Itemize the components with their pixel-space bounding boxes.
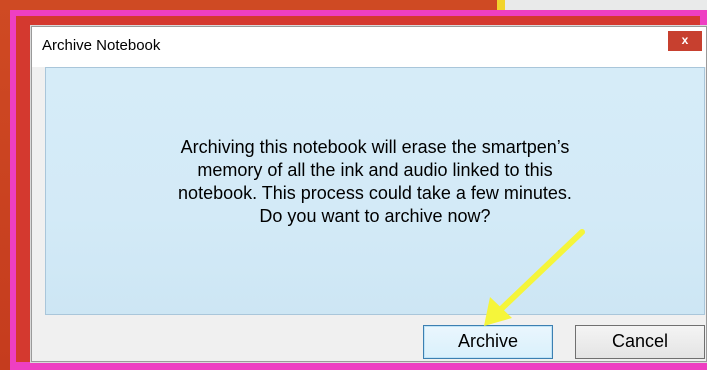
close-icon: x [681, 33, 689, 47]
dialog-message: Archiving this notebook will erase the s… [46, 136, 704, 228]
dialog-title: Archive Notebook [42, 37, 161, 54]
message-line: memory of all the ink and audio linked t… [197, 160, 553, 180]
dialog-titlebar: Archive Notebook x [32, 27, 706, 67]
message-line: Do you want to archive now? [259, 206, 491, 226]
dialog-message-panel: Archiving this notebook will erase the s… [45, 67, 705, 315]
cancel-button[interactable]: Cancel [575, 325, 705, 359]
message-line: Archiving this notebook will erase the s… [180, 137, 570, 157]
highlight-frame-bottom [10, 362, 707, 370]
archive-button[interactable]: Archive [423, 325, 553, 359]
close-button[interactable]: x [668, 31, 702, 51]
archive-notebook-dialog: Archive Notebook x Archiving this notebo… [31, 26, 707, 362]
dialog-button-bar: Archive Cancel [45, 315, 705, 361]
message-line: notebook. This process could take a few … [178, 183, 572, 203]
